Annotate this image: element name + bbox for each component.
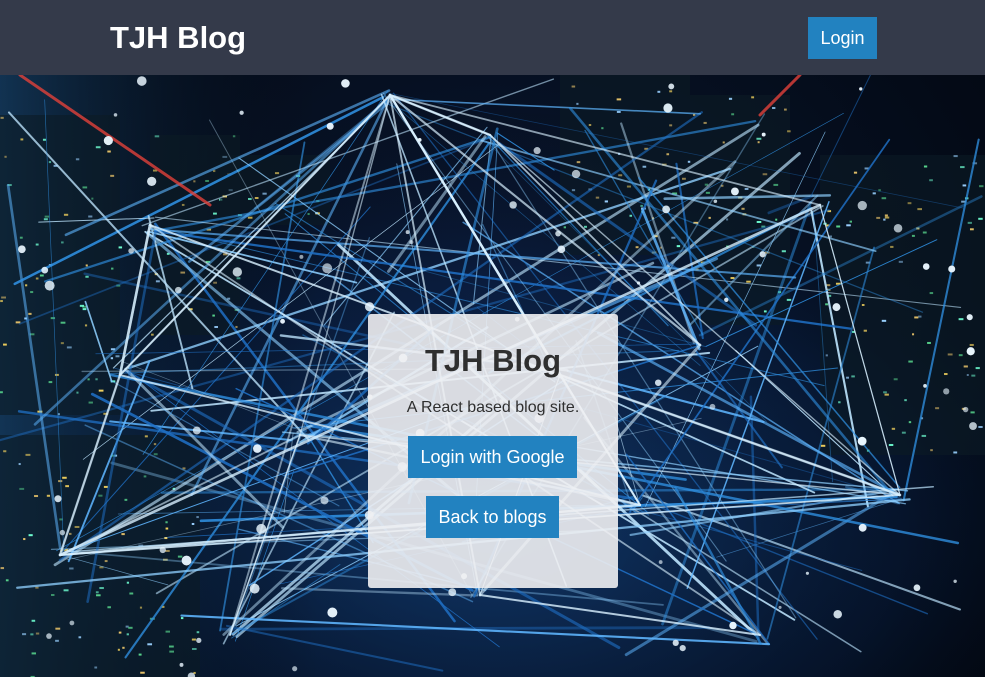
card-subtitle: A React based blog site. (406, 399, 580, 416)
login-button[interactable]: Login (808, 17, 877, 59)
login-with-google-button[interactable]: Login with Google (408, 436, 577, 478)
top-navbar: TJH Blog Login (0, 0, 985, 75)
site-brand-link[interactable]: TJH Blog (110, 18, 246, 58)
card-title: TJH Blog (424, 343, 562, 378)
hero-background: TJH Blog A React based blog site. Login … (0, 75, 985, 677)
login-card: TJH Blog A React based blog site. Login … (368, 314, 618, 588)
back-to-blogs-button[interactable]: Back to blogs (426, 496, 559, 538)
